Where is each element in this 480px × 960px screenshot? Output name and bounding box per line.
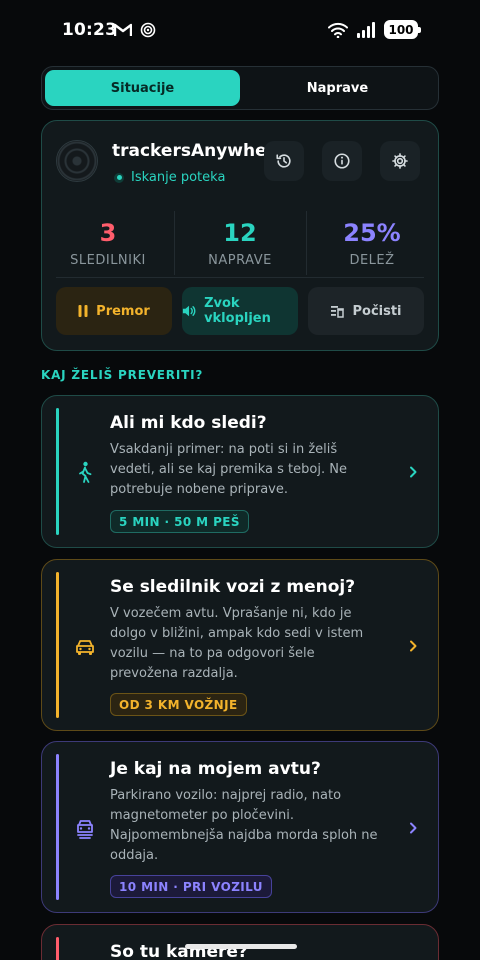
stat-devices-label: NAPRAVE [208,252,272,268]
stat-share-label: DELEŽ [349,252,395,268]
pause-icon [78,305,88,317]
stat-devices-value: 12 [223,218,257,247]
scan-status-label: Iskanje poteka [131,170,226,185]
scenario-card-cameras[interactable]: So tu kamere? [41,924,439,960]
tab-situacije[interactable]: Situacije [45,70,240,106]
section-heading: KAJ ŽELIŠ PREVERITI? [41,368,204,382]
battery-icon: 100 [384,20,421,39]
parked-car-icon [74,818,96,840]
info-button[interactable] [322,141,362,181]
stat-devices: 12 NAPRAVE [174,207,306,279]
sound-label: Zvok vklopljen [204,296,271,326]
app-title: trackersAnywhere [112,141,287,161]
scenario-card-parked-car[interactable]: Je kaj na mojem avtu? Parkirano vozilo: … [41,741,439,913]
radar-icon [56,140,98,182]
status-bar: 10:23 100 [0,0,480,60]
sound-toggle-button[interactable]: Zvok vklopljen [182,287,298,335]
gear-icon [392,153,408,169]
scenario-title: Ali mi kdo sledi? [110,413,267,433]
card-divider [56,277,424,278]
status-dot-icon [114,172,124,183]
signal-icon [357,21,375,38]
tab-naprave[interactable]: Naprave [240,70,435,106]
pause-button[interactable]: Premor [56,287,172,335]
walking-icon [74,461,96,483]
scan-status-card: trackersAnywhere Iskanje poteka 3 SLEDIL… [41,120,439,351]
chevron-right-icon [410,822,417,834]
speaker-icon [182,305,196,317]
accent-bar [56,408,59,535]
history-button[interactable] [264,141,304,181]
battery-level: 100 [388,22,414,37]
clear-label: Počisti [352,303,402,319]
stat-share-value: 25% [343,218,401,247]
status-time: 10:23 [62,20,118,40]
scan-status: Iskanje poteka [114,170,225,185]
scenario-title: Se sledilnik vozi z menoj? [110,577,356,597]
tab-switcher: Situacije Naprave [41,66,439,110]
history-icon [276,154,291,168]
scenario-title: Je kaj na mojem avtu? [110,759,321,779]
info-icon [334,153,350,169]
clear-button[interactable]: Počisti [308,287,424,335]
action-row: Premor Zvok vklopljen Počisti [56,287,424,335]
stat-trackers-value: 3 [99,218,117,247]
scenario-tag: OD 3 KM VOŽNJE [110,693,247,716]
accent-bar [56,754,59,900]
clear-list-icon [331,306,345,318]
stats-row: 3 SLEDILNIKI 12 NAPRAVE 25% DELEŽ [42,207,438,279]
scenario-tag: 5 MIN · 50 M PEŠ [110,510,249,533]
gmail-icon [114,23,132,36]
chevron-right-icon [410,466,417,478]
settings-button[interactable] [380,141,420,181]
home-indicator[interactable] [185,944,297,949]
car-icon [74,636,96,658]
scenario-description: Parkirano vozilo: najprej radio, nato ma… [110,788,378,863]
scenario-card-vehicle[interactable]: Se sledilnik vozi z menoj? V vozečem avt… [41,559,439,731]
hotspot-icon [140,22,156,38]
chevron-right-icon [410,640,417,652]
accent-bar [56,937,59,960]
scenario-description: V vozečem avtu. Vprašanje ni, kdo je dol… [110,606,364,681]
wifi-icon [328,22,348,38]
stat-trackers-label: SLEDILNIKI [70,252,146,268]
stat-share: 25% DELEŽ [306,207,438,279]
stat-trackers: 3 SLEDILNIKI [42,207,174,279]
scenario-card-followed[interactable]: Ali mi kdo sledi? Vsakdanji primer: na p… [41,395,439,548]
pause-label: Premor [96,303,150,319]
accent-bar [56,572,59,718]
scenario-tag: 10 MIN · PRI VOZILU [110,875,272,898]
scenario-description: Vsakdanji primer: na poti si in želiš ve… [110,442,347,497]
